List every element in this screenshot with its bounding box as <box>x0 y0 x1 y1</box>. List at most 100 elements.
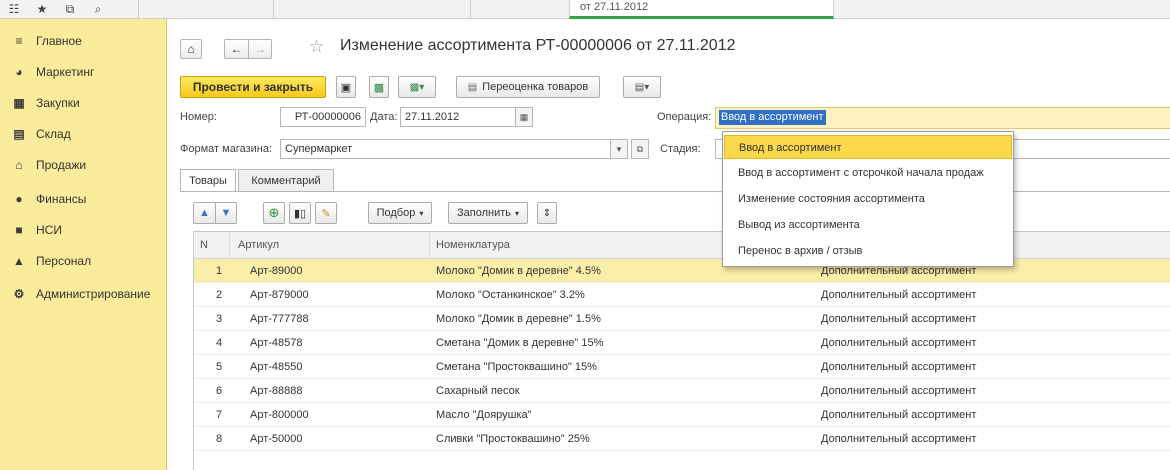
sidebar-item-label: Закупки <box>36 95 80 110</box>
row-assortment-type: Дополнительный ассортимент <box>821 361 977 373</box>
print-menu-button[interactable]: ▤▾ <box>623 76 661 98</box>
store-format-dropdown-button[interactable]: ▾ <box>610 139 628 159</box>
person-icon: ▲ <box>13 253 25 268</box>
row-nomenclature: Молоко "Домик в деревне" 4.5% <box>436 265 601 277</box>
sidebar-item-purchases[interactable]: ▦ Закупки <box>0 87 166 118</box>
sort-button[interactable]: ⇕ <box>537 202 557 224</box>
history-icon[interactable]: ⧉ <box>60 0 80 18</box>
edit-button[interactable]: ✎ <box>315 202 337 224</box>
sidebar-item-warehouse[interactable]: ▤ Склад <box>0 118 166 149</box>
table-row[interactable]: 2 Арт-879000 Молоко "Останкинское" 3.2% … <box>194 283 1170 307</box>
sidebar-item-personnel[interactable]: ▲ Персонал <box>0 245 166 276</box>
dropdown-option-change-state[interactable]: Изменение состояния ассортимента <box>724 187 1012 211</box>
forward-button[interactable]: → <box>248 39 272 59</box>
revaluation-button[interactable]: ▤ Переоценка товаров <box>456 76 600 98</box>
store-format-field[interactable]: Супермаркет <box>280 139 611 159</box>
search-icon[interactable]: ⌕ <box>88 0 108 18</box>
row-assortment-type: Дополнительный ассортимент <box>821 385 977 397</box>
table-row[interactable]: 5 Арт-48550 Сметана "Простоквашино" 15% … <box>194 355 1170 379</box>
save-button[interactable]: ▣ <box>336 76 356 98</box>
select-label: Подбор <box>376 207 416 219</box>
fill-button[interactable]: Заполнить ▾ <box>448 202 528 224</box>
favorite-star-icon[interactable]: ☆ <box>309 37 324 57</box>
number-field[interactable]: РТ-00000006 <box>280 107 366 127</box>
table-row[interactable]: 4 Арт-48578 Сметана "Домик в деревне" 15… <box>194 331 1170 355</box>
column-header-article[interactable]: Артикул <box>230 232 430 259</box>
grid-icon[interactable]: ☷ <box>4 0 24 18</box>
table-row[interactable]: 1 Арт-89000 Молоко "Домик в деревне" 4.5… <box>194 259 1170 283</box>
home-button[interactable]: ⌂ <box>180 39 202 59</box>
calendar-icon: ▦ <box>519 111 529 122</box>
sidebar-item-nsi[interactable]: ■ НСИ <box>0 214 166 245</box>
printer-icon: ▤ <box>467 81 478 93</box>
create-based-on-button[interactable]: ▩▾ <box>398 76 436 98</box>
top-bar: ☷ ★ ⧉ ⌕ от 27.11.2012 <box>0 0 1170 19</box>
document-form: ⌂ ← → ☆ Изменение ассортимента РТ-000000… <box>168 19 1170 470</box>
table-row[interactable]: 7 Арт-800000 Масло "Доярушка" Дополнител… <box>194 403 1170 427</box>
sidebar-item-sales[interactable]: ⌂ Продажи <box>0 149 166 180</box>
row-assortment-type: Дополнительный ассортимент <box>821 313 977 325</box>
goods-table: N Артикул Номенклатура 1 Арт-89000 Молок… <box>193 231 1170 470</box>
table-row[interactable]: 3 Арт-777788 Молоко "Домик в деревне" 1.… <box>194 307 1170 331</box>
row-number: 6 <box>216 385 223 397</box>
tab-divider <box>180 191 1170 192</box>
sidebar-item-label: Администрирование <box>36 286 151 301</box>
arrow-right-icon: → <box>254 42 266 56</box>
open-document-tab[interactable]: от 27.11.2012 <box>569 0 834 19</box>
row-article: Арт-777788 <box>250 313 309 325</box>
coin-icon: ● <box>15 191 23 206</box>
sidebar-item-marketing[interactable]: ◕ Маркетинг <box>0 56 166 87</box>
sidebar-item-administration[interactable]: ⚙ Администрирование <box>0 278 166 309</box>
dropdown-option-archive[interactable]: Перенос в архив / отзыв <box>724 239 1012 263</box>
column-header-n[interactable]: N <box>194 232 230 259</box>
table-row[interactable]: 8 Арт-50000 Сливки "Простоквашино" 25% Д… <box>194 427 1170 451</box>
floppy-disk-icon: ▣ <box>340 81 352 94</box>
row-article: Арт-50000 <box>250 433 303 445</box>
sidebar-item-label: Маркетинг <box>36 64 95 79</box>
row-nomenclature: Масло "Доярушка" <box>436 409 532 421</box>
row-number: 2 <box>216 289 223 301</box>
row-number: 5 <box>216 361 223 373</box>
row-number: 3 <box>216 313 223 325</box>
move-down-button[interactable]: ▼ <box>215 202 237 224</box>
dropdown-option-remove-assortment[interactable]: Вывод из ассортимента <box>724 213 1012 237</box>
tab-comment[interactable]: Комментарий <box>238 169 334 191</box>
row-assortment-type: Дополнительный ассортимент <box>821 337 977 349</box>
sidebar-item-label: Склад <box>36 126 71 141</box>
home-icon: ⌂ <box>187 42 195 56</box>
row-article: Арт-48550 <box>250 361 303 373</box>
row-nomenclature: Сливки "Простоквашино" 25% <box>436 433 590 445</box>
post-button[interactable]: ▩ <box>369 76 389 98</box>
calendar-button[interactable]: ▦ <box>515 107 533 127</box>
gear-icon: ⚙ <box>13 286 25 301</box>
table-row[interactable]: 6 Арт-88888 Сахарный песок Дополнительны… <box>194 379 1170 403</box>
date-field[interactable]: 27.11.2012 <box>400 107 516 127</box>
tab-goods[interactable]: Товары <box>180 169 236 192</box>
dropdown-option-enter-assortment[interactable]: Ввод в ассортимент <box>724 135 1012 159</box>
dropdown-option-enter-deferred[interactable]: Ввод в ассортимент с отсрочкой начала пр… <box>724 161 1012 185</box>
store-format-open-button[interactable]: ⧉ <box>631 139 649 159</box>
post-and-close-button[interactable]: Провести и закрыть <box>180 76 326 98</box>
select-button[interactable]: Подбор ▾ <box>368 202 432 224</box>
sidebar-item-label: Финансы <box>36 191 87 206</box>
back-button[interactable]: ← <box>224 39 248 59</box>
sidebar-item-main[interactable]: ≡ Главное <box>0 25 166 56</box>
move-up-button[interactable]: ▲ <box>193 202 215 224</box>
menu-lines-icon: ≡ <box>15 33 23 48</box>
sort-icon: ⇕ <box>542 207 552 219</box>
store-format-label: Формат магазина: <box>180 143 273 155</box>
arrow-left-icon: ← <box>230 42 243 56</box>
star-icon[interactable]: ★ <box>32 0 52 18</box>
arrow-up-icon: ▲ <box>199 207 210 219</box>
barcode-button[interactable]: ▮▯ <box>289 202 311 224</box>
row-assortment-type: Дополнительный ассортимент <box>821 289 977 301</box>
operation-field[interactable]: Ввод в ассортимент <box>715 107 1170 129</box>
revaluation-label: Переоценка товаров <box>482 81 589 93</box>
row-nomenclature: Сахарный песок <box>436 385 520 397</box>
chevron-down-icon: ▾ <box>515 208 520 218</box>
sidebar-item-finance[interactable]: ● Финансы <box>0 183 166 214</box>
row-article: Арт-800000 <box>250 409 309 421</box>
row-number: 1 <box>216 265 223 277</box>
sidebar-item-label: Персонал <box>36 253 92 268</box>
add-row-button[interactable]: ⊕ <box>263 202 285 224</box>
